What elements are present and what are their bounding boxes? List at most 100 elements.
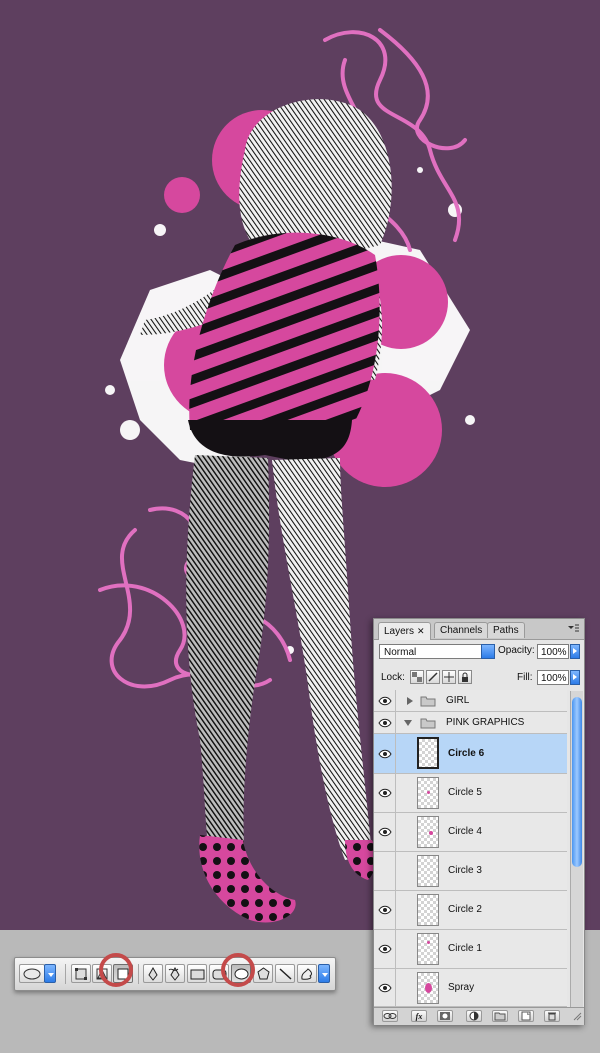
blend-mode-value: Normal (384, 647, 417, 658)
toolbar-separator (138, 964, 139, 984)
layer-group-girl[interactable]: GIRL (374, 690, 567, 712)
tab-channels[interactable]: Channels (434, 622, 489, 638)
layer-circle-2[interactable]: Circle 2 (374, 891, 567, 930)
panel-footer: fx (374, 1007, 584, 1025)
visibility-toggle[interactable] (374, 734, 396, 773)
scrollbar-thumb[interactable] (572, 697, 582, 867)
fill-slider-button[interactable] (570, 670, 580, 685)
fill-input[interactable]: 100% (537, 670, 569, 685)
layer-circle-4[interactable]: Circle 4 (374, 813, 567, 852)
opacity-slider-button[interactable] (570, 644, 580, 659)
ellipse-preset-button[interactable] (19, 964, 45, 983)
layer-thumbnail (417, 777, 439, 809)
tab-label: Paths (493, 625, 519, 636)
fill-pixels-button[interactable] (113, 964, 133, 983)
freeform-pen-button[interactable] (165, 964, 185, 983)
custom-shape-button[interactable] (297, 964, 317, 983)
visibility-toggle[interactable] (374, 690, 396, 711)
freeform-pen-icon (168, 967, 180, 981)
blend-mode-select[interactable]: Normal (379, 644, 495, 659)
panel-tab-bar: Layers ✕ Channels Paths (374, 619, 584, 640)
opacity-input[interactable]: 100% (537, 644, 569, 659)
lock-position-button[interactable] (442, 670, 456, 684)
paths-button[interactable] (92, 964, 112, 983)
resize-grip-icon[interactable] (573, 1012, 582, 1021)
layer-style-button[interactable]: fx (411, 1010, 427, 1022)
paths-icon (96, 968, 108, 980)
visibility-toggle[interactable] (374, 969, 396, 1006)
layer-circle-6[interactable]: Circle 6 (374, 734, 567, 774)
chevron-right-icon (573, 648, 577, 654)
layers-scrollbar[interactable] (570, 691, 583, 1009)
delete-layer-button[interactable] (544, 1010, 560, 1022)
new-layer-icon (521, 1011, 531, 1021)
preset-dropdown-button[interactable] (44, 964, 56, 983)
new-group-button[interactable] (492, 1010, 508, 1022)
layer-group-pink-graphics[interactable]: PINK GRAPHICS (374, 712, 567, 734)
layer-thumbnail (417, 816, 439, 848)
layer-thumbnail (417, 933, 439, 965)
layer-thumbnail (417, 972, 439, 1004)
new-layer-button[interactable] (518, 1010, 534, 1022)
eye-icon (378, 788, 392, 798)
adjustment-layer-button[interactable] (466, 1010, 482, 1022)
eye-icon (378, 983, 392, 993)
move-icon (444, 672, 454, 682)
visibility-toggle[interactable] (374, 930, 396, 968)
chevron-down-icon (322, 973, 328, 977)
layer-name: Circle 6 (448, 748, 485, 759)
link-layers-button[interactable] (382, 1010, 398, 1022)
visibility-toggle[interactable] (374, 891, 396, 929)
tab-paths[interactable]: Paths (487, 622, 525, 638)
lock-all-button[interactable] (458, 670, 472, 684)
link-icon (383, 1013, 397, 1019)
close-icon[interactable]: ✕ (417, 626, 425, 636)
rounded-rectangle-button[interactable] (209, 964, 229, 983)
eye-icon (378, 718, 392, 728)
opacity-value: 100% (541, 647, 567, 658)
lock-transparency-button[interactable] (410, 670, 424, 684)
trash-icon (548, 1012, 556, 1021)
layer-circle-5[interactable]: Circle 5 (374, 774, 567, 813)
line-icon (279, 968, 292, 980)
visibility-toggle[interactable] (374, 712, 396, 733)
layer-name: Circle 3 (448, 865, 482, 876)
eye-icon (378, 905, 392, 915)
visibility-toggle[interactable] (374, 813, 396, 851)
ellipse-tool-button[interactable] (231, 964, 251, 983)
rectangle-tool-button[interactable] (187, 964, 207, 983)
layer-name: Spray (448, 982, 475, 993)
brush-icon (428, 672, 438, 682)
polygon-tool-button[interactable] (253, 964, 273, 983)
folder-icon (494, 1012, 506, 1021)
layer-name: Circle 5 (448, 787, 482, 798)
layer-thumbnail (417, 855, 439, 887)
layer-spray[interactable]: Spray (374, 969, 567, 1007)
eye-icon (378, 749, 392, 759)
visibility-toggle[interactable] (374, 774, 396, 812)
fill-value: 100% (541, 673, 567, 684)
folder-icon (420, 718, 436, 729)
triangle-right-icon[interactable] (406, 697, 414, 705)
polygon-icon (257, 967, 270, 980)
mask-icon (440, 1012, 450, 1020)
triangle-down-icon[interactable] (404, 719, 413, 727)
pen-tool-button[interactable] (143, 964, 163, 983)
layer-name: GIRL (446, 695, 470, 706)
checkerboard-icon (412, 672, 422, 682)
fill-label: Fill: (517, 672, 533, 683)
tab-layers[interactable]: Layers ✕ (378, 622, 431, 640)
eye-icon (378, 944, 392, 954)
custom-shape-dropdown[interactable] (318, 964, 330, 983)
layer-name: Circle 4 (448, 826, 482, 837)
panel-menu-icon[interactable] (566, 623, 580, 635)
fill-pixels-icon (117, 968, 129, 980)
layer-circle-1[interactable]: Circle 1 (374, 930, 567, 969)
shape-layers-button[interactable] (71, 964, 91, 983)
layers-panel: Layers ✕ Channels Paths Normal Opacity: 1… (373, 618, 585, 1025)
custom-shape-icon (301, 968, 312, 980)
line-tool-button[interactable] (275, 964, 295, 983)
lock-pixels-button[interactable] (426, 670, 440, 684)
layer-circle-3[interactable]: Circle 3 (374, 852, 567, 891)
add-mask-button[interactable] (437, 1010, 453, 1022)
